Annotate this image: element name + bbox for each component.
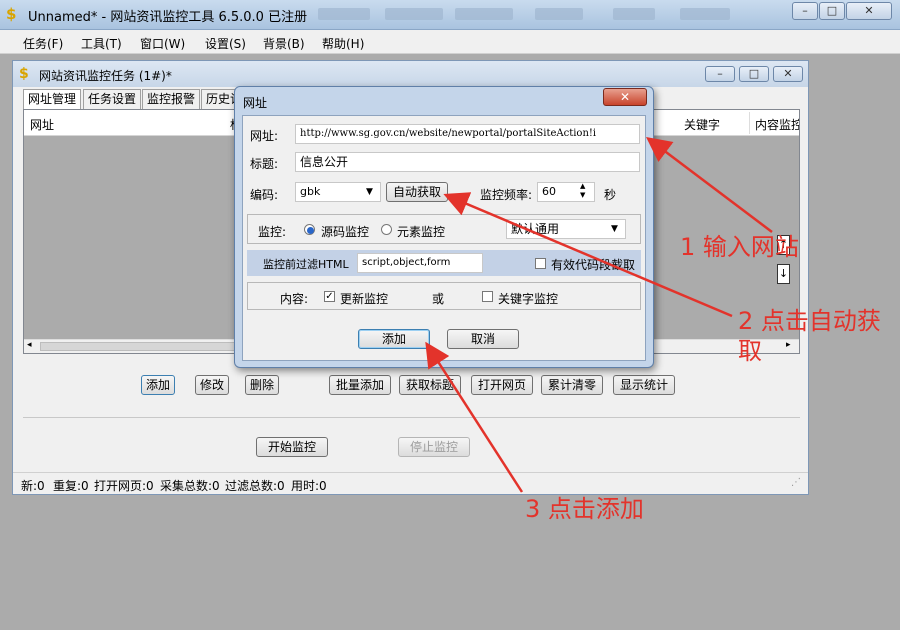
annotation-step-1: 1 输入网站 — [680, 233, 799, 261]
annotation-step-3: 3 点击添加 — [525, 495, 644, 523]
arrow-to-url — [646, 136, 773, 233]
arrow-to-add — [425, 341, 524, 493]
annotation-step-2-line2: 取 — [738, 337, 762, 365]
annotation-step-2: 2 点击自动获 取 — [738, 306, 881, 366]
annotation-step-2-line1: 2 点击自动获 — [738, 307, 881, 335]
